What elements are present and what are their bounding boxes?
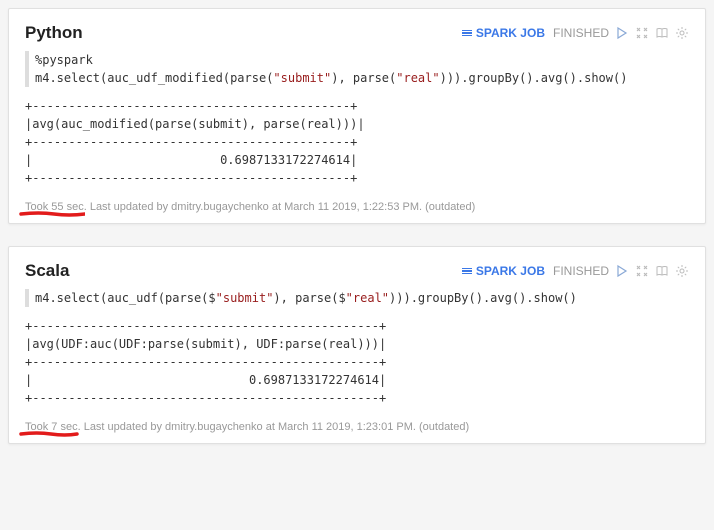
gear-icon[interactable] (675, 264, 689, 278)
code-input[interactable]: %pyspark m4.select(auc_udf_modified(pars… (25, 51, 689, 87)
cell-title: Scala (25, 261, 69, 281)
cell-actions: SPARK JOB FINISHED (462, 26, 689, 40)
spark-job-link[interactable]: SPARK JOB (462, 26, 545, 40)
run-icon[interactable] (615, 26, 629, 40)
cell-title: Python (25, 23, 83, 43)
cell-output: +---------------------------------------… (25, 317, 689, 407)
cell-footer: Took 55 sec. Last updated by dmitry.buga… (25, 201, 689, 213)
notebook-cell: Python SPARK JOB FINISHED %pyspark m4.se… (8, 8, 706, 224)
collapse-icon[interactable] (635, 26, 649, 40)
cell-actions: SPARK JOB FINISHED (462, 264, 689, 278)
book-icon[interactable] (655, 26, 669, 40)
notebook-cell: Scala SPARK JOB FINISHED m4.select(auc_u… (8, 246, 706, 444)
collapse-icon[interactable] (635, 264, 649, 278)
spark-job-label: SPARK JOB (476, 264, 545, 278)
run-icon[interactable] (615, 264, 629, 278)
list-icon (462, 30, 472, 37)
list-icon (462, 268, 472, 275)
book-icon[interactable] (655, 264, 669, 278)
gear-icon[interactable] (675, 26, 689, 40)
cell-header: Scala SPARK JOB FINISHED (25, 261, 689, 281)
cell-header: Python SPARK JOB FINISHED (25, 23, 689, 43)
spark-job-label: SPARK JOB (476, 26, 545, 40)
cell-output: +---------------------------------------… (25, 97, 689, 187)
footer-text: Took 55 sec. Last updated by dmitry.buga… (25, 201, 475, 213)
footer-text: Took 7 sec. Last updated by dmitry.bugay… (25, 421, 469, 433)
code-input[interactable]: m4.select(auc_udf(parse($"submit"), pars… (25, 289, 689, 307)
status-badge: FINISHED (553, 264, 609, 278)
status-badge: FINISHED (553, 26, 609, 40)
cell-footer: Took 7 sec. Last updated by dmitry.bugay… (25, 421, 689, 433)
spark-job-link[interactable]: SPARK JOB (462, 264, 545, 278)
